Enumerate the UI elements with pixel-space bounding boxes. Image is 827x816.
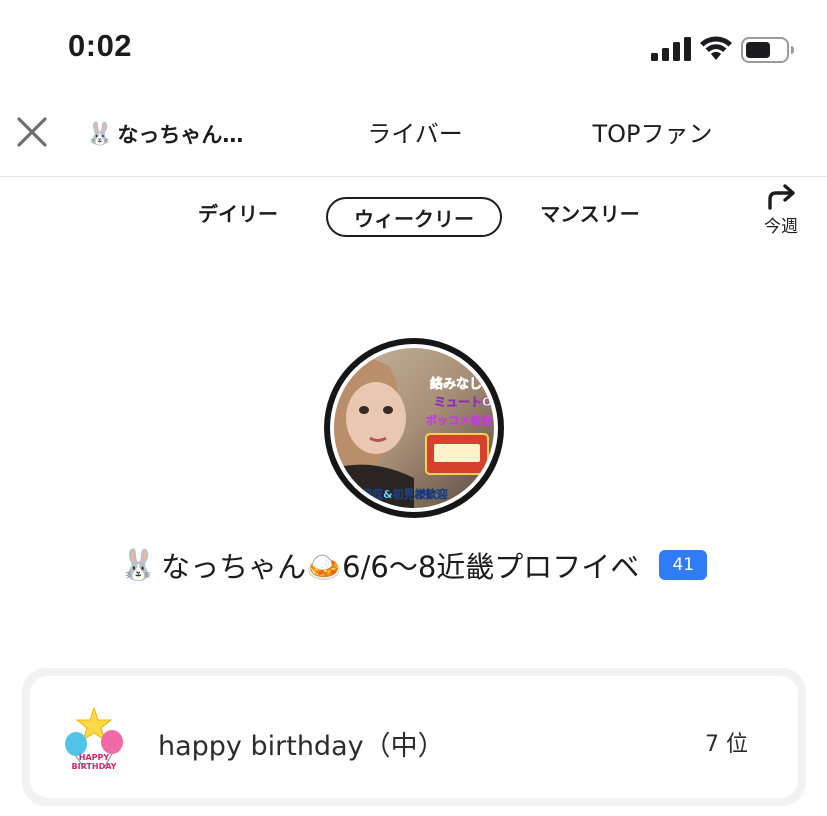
avatar-text-line-3: ボッコメ自由	[426, 413, 492, 427]
this-week-button[interactable]: 今週	[755, 184, 807, 244]
gift-name: happy birthday（中）	[158, 731, 445, 762]
tab-top-fan[interactable]: TOPファン	[570, 114, 735, 149]
ranking-screen: 0:02 🐰 なっちゃん… ライバー TOPファン デイリー ウィークリー マン…	[0, 0, 827, 816]
signal-icon	[651, 37, 691, 61]
avatar-text-line-1: 絡みなし	[430, 376, 482, 392]
avatar[interactable]: 絡みなし ミュートO ボッコメ自由 枠回収&初見様歓迎	[324, 338, 504, 518]
birthday-balloon-icon: HAPPY BIRTHDAY	[65, 706, 123, 771]
gift-ranking-row[interactable]: HAPPY BIRTHDAY happy birthday（中） 7 位	[30, 676, 798, 798]
avatar-text-line-4: 枠回収&初見様歓迎	[350, 487, 448, 501]
gift-icon-text-happy: HAPPY	[79, 753, 110, 762]
gift-icon-text-birthday: BIRTHDAY	[72, 762, 117, 771]
header-tabs: 🐰 なっちゃん… ライバー TOPファン	[0, 96, 827, 177]
redo-arrow-icon	[768, 184, 795, 210]
period-weekly[interactable]: ウィークリー	[326, 197, 502, 237]
close-icon[interactable]	[12, 112, 52, 152]
avatar-text-line-2: ミュートO	[434, 395, 492, 409]
period-daily[interactable]: デイリー	[180, 198, 296, 227]
period-selector: デイリー ウィークリー マンスリー 今週	[0, 184, 827, 250]
streamer-name-row: 🐰 なっちゃん🍛6/6〜8近畿プロフイベ 41	[0, 540, 827, 590]
tab-streamer[interactable]: 🐰 なっちゃん…	[86, 116, 243, 152]
period-weekly-label: ウィークリー	[354, 206, 474, 231]
tab-liver[interactable]: ライバー	[350, 114, 480, 149]
rabbit-icon: 🐰	[119, 547, 158, 583]
this-week-label: 今週	[764, 217, 798, 237]
battery-icon	[741, 37, 794, 63]
gift-ranking-card: HAPPY BIRTHDAY happy birthday（中） 7 位	[22, 668, 806, 806]
tab-streamer-label: なっちゃん…	[117, 123, 244, 147]
period-monthly[interactable]: マンスリー	[526, 198, 654, 227]
avatar-image: 絡みなし ミュートO ボッコメ自由 枠回収&初見様歓迎	[334, 348, 494, 508]
status-bar: 0:02	[0, 0, 827, 96]
level-badge: 41	[659, 550, 708, 580]
streamer-name: なっちゃん🍛6/6〜8近畿プロフイベ	[161, 550, 640, 584]
rabbit-icon: 🐰	[86, 121, 114, 147]
gift-rank: 7 位	[705, 732, 748, 757]
status-time: 0:02	[68, 28, 133, 63]
wifi-icon	[700, 36, 732, 60]
